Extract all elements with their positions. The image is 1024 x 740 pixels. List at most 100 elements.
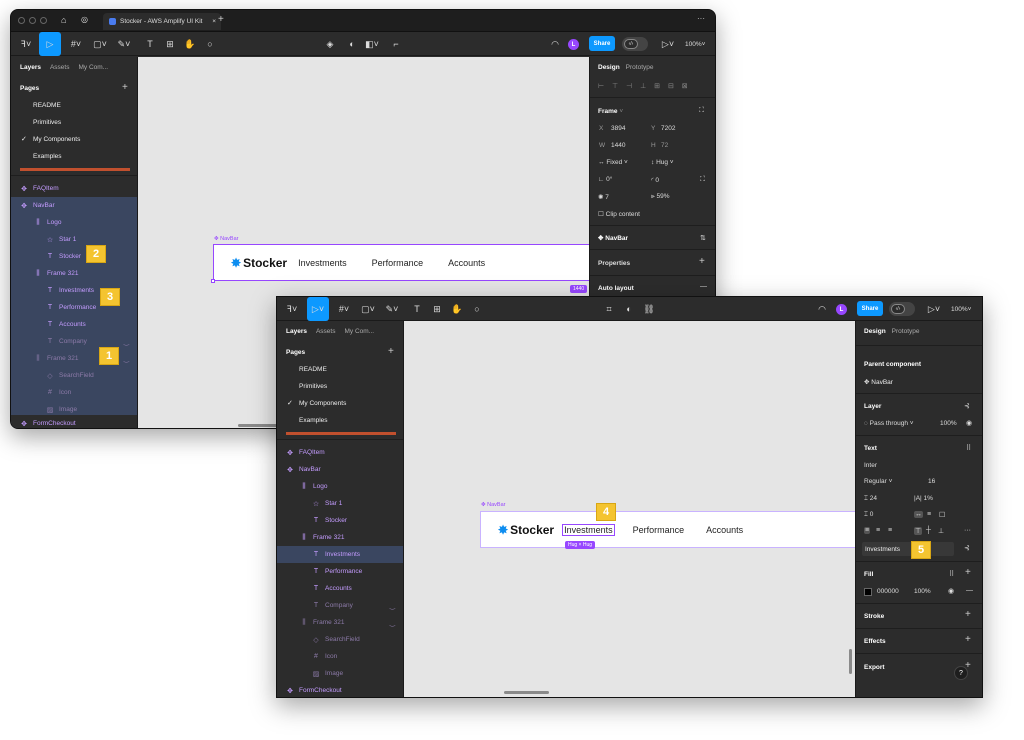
align-center-icon[interactable]: ≡ [876, 527, 880, 534]
opacity-input[interactable]: ⪢ 59% [651, 193, 670, 201]
boolean-icon[interactable]: ◧˅ [365, 37, 379, 51]
h-input[interactable]: 72 [661, 142, 668, 149]
align-top-icon[interactable]: ⊤ [914, 527, 923, 535]
shape-tool-icon[interactable]: ▢˅ [93, 37, 107, 51]
height-mode-select[interactable]: ↕ Hug ˅ [651, 159, 674, 166]
font-weight-select[interactable]: Regular ˅ [864, 478, 892, 485]
layer-accounts[interactable]: T Accounts [277, 580, 403, 597]
remove-fill-icon[interactable]: — [966, 587, 973, 594]
auto-height-icon[interactable]: ≡ [927, 511, 931, 518]
share-button[interactable]: Share [589, 36, 615, 51]
fullscreen-icon[interactable]: ⛶ [699, 107, 704, 115]
comment-tool-icon[interactable]: ○ [203, 37, 217, 51]
audio-icon[interactable]: ◠ [815, 302, 829, 316]
hidden-eye-icon[interactable]: ‿ [124, 338, 129, 346]
file-tab[interactable]: Stocker - AWS Amplify UI Kit × [103, 13, 221, 30]
globe-icon[interactable]: ◎ [81, 15, 88, 24]
frame-selection-icon[interactable]: ⌗ [602, 302, 616, 316]
pen-tool-icon[interactable]: ✎˅ [117, 37, 131, 51]
apply-variable-icon[interactable]: ⊰ [964, 544, 970, 552]
new-tab-icon[interactable]: + [218, 14, 224, 25]
add-page-icon[interactable]: + [388, 346, 394, 357]
current-page-tab[interactable]: My Com... [344, 328, 374, 335]
blend-mode-select[interactable]: ◌ Pass through ˅ [864, 420, 914, 427]
page-primitives[interactable]: Primitives [299, 383, 327, 390]
main-menu-icon[interactable]: ꟻ˅ [19, 37, 33, 51]
page-examples[interactable]: Examples [299, 417, 328, 424]
auto-width-icon[interactable]: ↔ [914, 511, 923, 518]
prototype-tab[interactable]: Prototype [892, 328, 920, 335]
hidden-eye-icon[interactable]: ‿ [390, 602, 395, 610]
paragraph-spacing-input[interactable]: ⌶ 0 [864, 511, 873, 519]
layer-navbar[interactable]: ✥ NavBar [277, 461, 403, 478]
blend-input[interactable]: ✺ 7 [598, 193, 609, 201]
hand-tool-icon[interactable]: ✋ [450, 302, 464, 316]
layer-opacity-input[interactable]: 100% [940, 420, 957, 427]
layer-image[interactable]: ▨ Image [277, 665, 403, 682]
layers-tab[interactable]: Layers [20, 64, 41, 71]
navbar-frame-label[interactable]: ✥ NavBar [214, 236, 238, 242]
dev-mode-toggle[interactable]: ‹/› [622, 37, 648, 51]
navbar-link-accounts[interactable]: Accounts [448, 258, 485, 268]
x-input[interactable]: 3894 [611, 125, 625, 132]
align-left-icon[interactable]: ≡ [864, 527, 871, 534]
user-avatar[interactable]: L [836, 304, 847, 315]
add-property-icon[interactable]: + [699, 256, 705, 267]
layer-accounts[interactable]: T Accounts [11, 316, 137, 333]
help-button[interactable]: ? [954, 666, 968, 680]
layer-stocker[interactable]: T Stocker [277, 512, 403, 529]
horizontal-scrollbar[interactable] [238, 424, 278, 427]
close-tab-icon[interactable]: × [212, 18, 216, 25]
layer-faqitem[interactable]: ✥ FAQItem [11, 180, 137, 197]
hand-tool-icon[interactable]: ✋ [183, 37, 197, 51]
canvas[interactable]: ✥ NavBar ✸ Stocker Investments Performanc… [404, 321, 856, 697]
layer-icon[interactable]: # Icon [11, 384, 137, 401]
align-middle-icon[interactable]: ┼ [926, 527, 931, 534]
page-readme[interactable]: README [33, 102, 61, 109]
align-right-icon[interactable]: ≡ [888, 527, 892, 534]
fixed-size-icon[interactable]: ☐ [939, 511, 945, 519]
radius-input[interactable]: ◜ 0 [651, 176, 659, 184]
fill-hex-input[interactable]: 000000 [877, 588, 899, 595]
layer-searchfield[interactable]: ◇ SearchField [11, 367, 137, 384]
audio-icon[interactable]: ◠ [548, 37, 562, 51]
layer-investments[interactable]: T Investments [277, 546, 403, 563]
assets-tab[interactable]: Assets [50, 64, 70, 71]
y-input[interactable]: 7202 [661, 125, 675, 132]
letter-spacing-input[interactable]: |A| 1% [914, 495, 933, 502]
add-fill-icon[interactable]: + [965, 567, 971, 578]
fill-opacity-input[interactable]: 100% [914, 588, 931, 595]
navbar-link-investments[interactable]: Investments [298, 258, 347, 268]
user-avatar[interactable]: L [568, 39, 579, 50]
dev-mode-toggle[interactable]: ‹/› [889, 302, 915, 316]
navbar-link-accounts[interactable]: Accounts [706, 525, 743, 535]
horizontal-scrollbar[interactable] [504, 691, 549, 694]
move-tool-icon[interactable]: ▷˅ [307, 297, 329, 321]
layer-logo[interactable]: ⫼ Logo [277, 478, 403, 495]
hidden-eye-icon[interactable]: ‿ [390, 619, 395, 627]
design-tab[interactable]: Design [864, 328, 886, 335]
fill-visibility-icon[interactable]: ◉ [948, 587, 954, 595]
resources-icon[interactable]: ⊞ [163, 37, 177, 51]
shape-tool-icon[interactable]: ▢˅ [361, 302, 375, 316]
share-button[interactable]: Share [857, 301, 883, 316]
layer-logo[interactable]: ⫼ Logo [11, 214, 137, 231]
parent-component-link[interactable]: ✥ NavBar [864, 378, 893, 386]
prototype-tab[interactable]: Prototype [626, 64, 654, 71]
navbar-frame[interactable]: ✸ Stocker Investments Performance Account… [213, 244, 593, 281]
fill-styles-icon[interactable]: ⠿ [949, 570, 954, 578]
rotation-input[interactable]: ∟ 0° [598, 176, 612, 183]
layer-star-1[interactable]: ☆ Star 1 [277, 495, 403, 512]
font-size-input[interactable]: 16 [928, 478, 935, 485]
maximize-window-dot[interactable] [40, 17, 47, 24]
add-stroke-icon[interactable]: + [965, 609, 971, 620]
page-my-components[interactable]: My Components [299, 400, 346, 407]
layer-faqitem[interactable]: ✥ FAQItem [277, 444, 403, 461]
hidden-eye-icon[interactable]: ‿ [124, 355, 129, 363]
text-content-field[interactable]: Investments [862, 542, 954, 556]
more-options-icon[interactable]: ··· [697, 14, 705, 23]
layer-star-1[interactable]: ☆ Star 1 [11, 231, 137, 248]
layer-formcheckout[interactable]: ✥ FormCheckout [11, 415, 137, 428]
fill-swatch[interactable] [864, 588, 872, 596]
add-page-icon[interactable]: + [122, 82, 128, 93]
